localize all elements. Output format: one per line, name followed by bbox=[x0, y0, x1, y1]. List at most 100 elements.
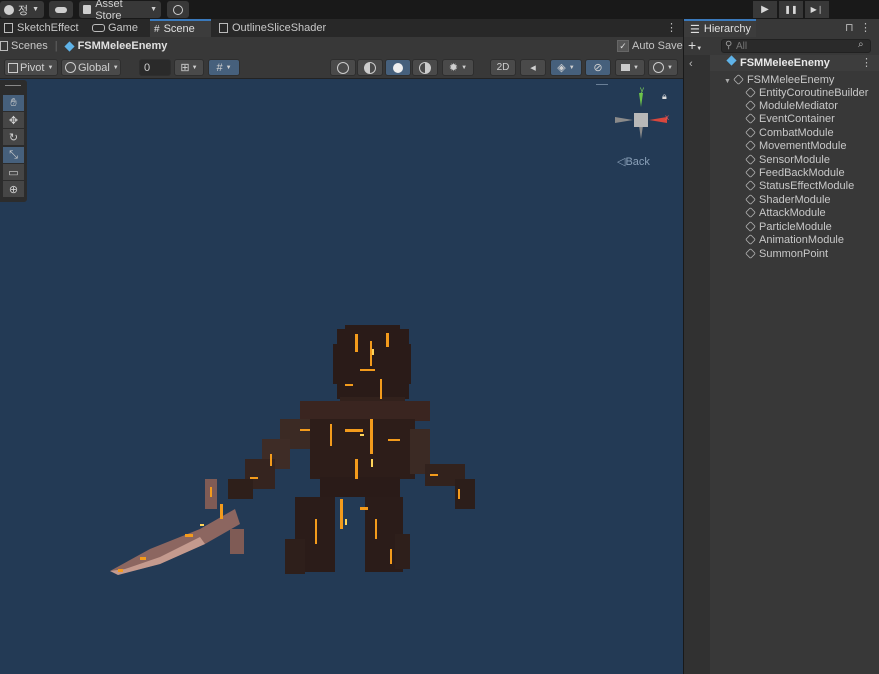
sprite-torso bbox=[310, 419, 415, 479]
shaded-wireframe-button[interactable] bbox=[357, 59, 383, 76]
checkbox-icon[interactable]: ✓ bbox=[617, 40, 629, 52]
rect-tool-button[interactable]: ▭ bbox=[3, 164, 24, 180]
chevron-down-icon: ▼ bbox=[225, 64, 232, 71]
tab-game[interactable]: Game bbox=[88, 19, 146, 37]
hierarchy-search-input[interactable]: ⚲ All bbox=[721, 39, 871, 53]
pivot-icon bbox=[8, 62, 18, 73]
auto-save-toggle[interactable]: ✓ Auto Save bbox=[617, 40, 683, 52]
overlay-handle[interactable] bbox=[596, 84, 608, 85]
enemy-sprite[interactable] bbox=[110, 325, 475, 575]
debug-draw-dropdown[interactable]: ✹ ▼ bbox=[442, 59, 474, 76]
prefab-root-row[interactable]: FSMMeleeEnemy ⋮ bbox=[710, 55, 879, 71]
list-item[interactable]: EntityCoroutineBuilder bbox=[745, 87, 868, 100]
camera-icon bbox=[621, 64, 631, 71]
lock-icon[interactable]: 🔒︎ bbox=[662, 91, 667, 102]
account-icon bbox=[4, 4, 14, 15]
camera-dropdown[interactable]: ▼ bbox=[615, 59, 645, 76]
list-item[interactable]: ParticleModule bbox=[745, 221, 832, 234]
rotate-tool-button[interactable]: ↻ bbox=[3, 129, 24, 145]
chevron-down-icon: ▼ bbox=[667, 64, 673, 71]
list-item[interactable]: EventContainer bbox=[745, 113, 835, 126]
prefab-name[interactable]: FSMMeleeEnemy bbox=[78, 40, 168, 52]
step-button[interactable]: ▶❘ bbox=[805, 1, 829, 18]
speaker-icon: ◂ bbox=[530, 62, 536, 74]
list-item[interactable]: StatusEffectModule bbox=[745, 180, 854, 193]
gameobject-icon bbox=[745, 234, 756, 245]
panel-menu-icon[interactable]: ⋮ bbox=[860, 21, 871, 34]
scene-viewport[interactable]: y x ◁Back 🔒︎ bbox=[0, 79, 683, 674]
list-item[interactable]: CombatModule bbox=[745, 127, 834, 140]
add-object-button[interactable]: +▼ bbox=[688, 37, 702, 53]
gizmos-dropdown[interactable]: ▼ bbox=[648, 59, 678, 76]
tab-scene[interactable]: # Scene bbox=[150, 19, 211, 37]
global-dropdown[interactable]: Global ▼ bbox=[61, 59, 121, 76]
prefab-icon bbox=[726, 55, 737, 66]
search-filter-icon[interactable]: ⌕ bbox=[858, 39, 864, 50]
auto-save-label: Auto Save bbox=[632, 40, 683, 52]
globe-icon bbox=[65, 62, 76, 73]
list-item[interactable]: SummonPoint bbox=[745, 248, 828, 261]
breadcrumb: Scenes | FSMMeleeEnemy bbox=[0, 40, 167, 52]
pause-button[interactable]: ❚❚ bbox=[779, 1, 803, 18]
expand-arrow-icon[interactable]: ▼ bbox=[724, 78, 731, 85]
unlit-button[interactable] bbox=[412, 59, 438, 76]
cloud-button[interactable] bbox=[49, 1, 73, 18]
wireframe-shading-button[interactable] bbox=[330, 59, 356, 76]
list-item[interactable]: ShaderModule bbox=[745, 194, 831, 207]
transform-tool-button[interactable]: ⊕ bbox=[3, 181, 24, 197]
gameobject-icon bbox=[745, 207, 756, 218]
gameobject-icon bbox=[745, 87, 756, 98]
list-item[interactable]: SensorModule bbox=[745, 154, 830, 167]
move-tool-button[interactable]: ✥ bbox=[3, 112, 24, 128]
audio-toggle-button[interactable]: ◂ bbox=[520, 59, 546, 76]
grid-snap-dropdown[interactable]: ⊞ ▼ bbox=[174, 59, 204, 76]
scenes-link[interactable]: Scenes bbox=[11, 40, 48, 52]
tab-outline-slice-shader[interactable]: OutlineSliceShader bbox=[215, 19, 335, 37]
tab-menu-icon[interactable]: ⋮ bbox=[666, 21, 677, 34]
gamepad-icon bbox=[92, 24, 105, 32]
list-item[interactable]: AnimationModule bbox=[745, 234, 844, 247]
hierarchy-gutter: ‹ bbox=[684, 55, 710, 674]
grid-snap-icon: ⊞ bbox=[180, 62, 190, 74]
shaded-button[interactable] bbox=[385, 59, 411, 76]
toggle-2d-button[interactable]: 2D bbox=[490, 59, 516, 76]
grid-visibility-dropdown[interactable]: # ▼ bbox=[208, 59, 240, 76]
unlit-icon bbox=[419, 61, 431, 74]
grid-icon: # bbox=[216, 61, 223, 74]
play-icon: ▶ bbox=[761, 4, 769, 15]
wireframe-icon bbox=[337, 61, 349, 74]
asset-store-button[interactable]: Asset Store ▼ bbox=[79, 0, 161, 22]
list-item[interactable]: ModuleMediator bbox=[745, 100, 838, 113]
play-button[interactable]: ▶ bbox=[753, 1, 777, 18]
snap-increment-field[interactable]: 0 bbox=[139, 59, 171, 76]
gameobject-icon bbox=[745, 167, 756, 178]
gameobject-icon bbox=[733, 74, 744, 85]
tab-hierarchy[interactable]: ☰ Hierarchy bbox=[684, 19, 756, 37]
shaded-icon bbox=[393, 62, 403, 73]
plus-icon: + bbox=[688, 37, 697, 53]
list-item[interactable]: MovementModule bbox=[745, 140, 846, 153]
bug-icon: ✹ bbox=[448, 62, 459, 74]
transform-icon: ⊕ bbox=[8, 183, 19, 196]
cloud-icon bbox=[55, 6, 67, 13]
scale-tool-button[interactable]: ⤡ bbox=[3, 147, 24, 163]
hierarchy-item-root[interactable]: ▼ FSMMeleeEnemy bbox=[724, 74, 834, 87]
pivot-dropdown[interactable]: Pivot ▼ bbox=[4, 59, 58, 76]
scene-icon bbox=[4, 23, 13, 33]
hand-tool-button[interactable]: ✋︎ bbox=[3, 95, 24, 111]
account-button[interactable]: 정 ▼ bbox=[0, 1, 44, 18]
effects-dropdown[interactable]: ◈ ▼ bbox=[550, 59, 582, 76]
gameobject-icon bbox=[745, 140, 756, 151]
rect-icon: ▭ bbox=[8, 166, 19, 179]
list-item[interactable]: AttackModule bbox=[745, 207, 826, 220]
row-menu-icon[interactable]: ⋮ bbox=[861, 56, 872, 69]
hidden-objects-toggle[interactable]: ⊘ bbox=[585, 59, 611, 76]
grid-icon: # bbox=[154, 23, 160, 35]
lock-icon[interactable]: ⊓ bbox=[845, 21, 854, 34]
version-control-button[interactable] bbox=[167, 1, 189, 18]
back-arrow-icon[interactable]: ‹ bbox=[689, 58, 693, 70]
palette-handle[interactable] bbox=[5, 85, 21, 86]
tab-sketch-effect[interactable]: SketchEffect bbox=[0, 19, 84, 37]
eye-slash-icon: ⊘ bbox=[593, 62, 603, 74]
list-item[interactable]: FeedBackModule bbox=[745, 167, 845, 180]
